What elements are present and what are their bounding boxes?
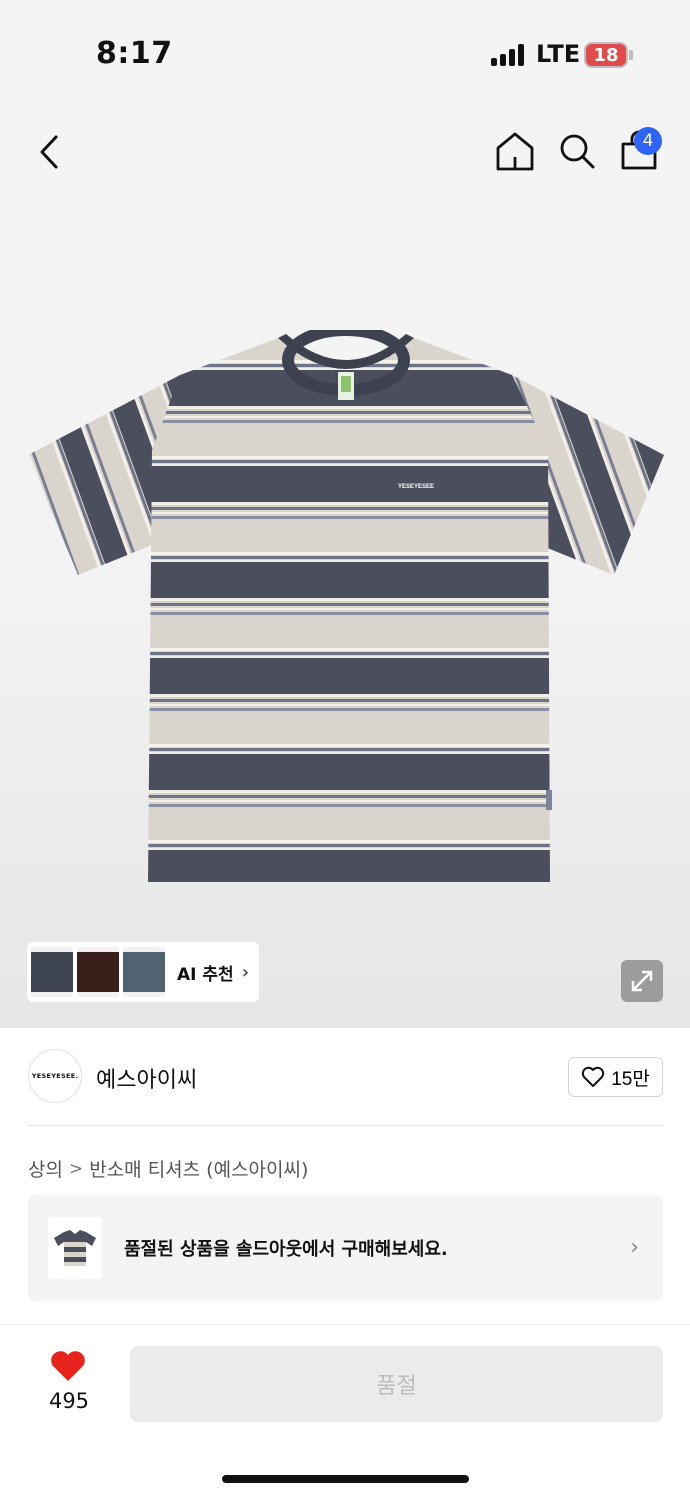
soldout-button[interactable]: 품절 xyxy=(130,1346,663,1422)
banner-product-thumbnail xyxy=(48,1217,102,1279)
recommend-thumb-3[interactable] xyxy=(123,947,165,997)
cart-count-badge: 4 xyxy=(634,127,662,155)
expand-icon xyxy=(631,970,653,992)
chevron-right-icon: › xyxy=(241,961,249,983)
banner-text: 품절된 상품을 솔드아웃에서 구매해보세요. xyxy=(124,1239,448,1260)
like-count: 495 xyxy=(48,1389,90,1413)
chevron-right-icon: › xyxy=(630,1235,639,1260)
breadcrumb-level1[interactable]: 상의 xyxy=(28,1155,63,1182)
chest-print-text: YESEYESEE xyxy=(398,484,434,490)
brand-name[interactable]: 예스아이씨 xyxy=(96,1062,197,1094)
ai-recommend-chip[interactable]: AI 추천 › xyxy=(27,942,259,1002)
battery-level: 18 xyxy=(593,45,619,66)
soldout-marketplace-banner[interactable]: 품절된 상품을 솔드아웃에서 구매해보세요. › xyxy=(28,1195,663,1301)
search-icon xyxy=(560,134,595,169)
recommend-thumb-1[interactable] xyxy=(31,947,73,997)
breadcrumb-separator: > xyxy=(68,1158,84,1179)
status-bar: 8:17 LTE 18 xyxy=(0,0,690,100)
signal-icon xyxy=(491,42,525,66)
home-icon xyxy=(496,132,534,171)
heart-outline-icon xyxy=(581,1066,605,1087)
network-label: LTE xyxy=(536,40,581,68)
breadcrumb: 상의 > 반소매 티셔츠 (예스아이씨) xyxy=(28,1155,308,1182)
brand-logo[interactable]: YESEYESEE. xyxy=(28,1049,82,1103)
bottom-bar-divider xyxy=(0,1324,690,1325)
brand-like-count: 15만 xyxy=(611,1068,650,1090)
recommend-thumb-2[interactable] xyxy=(77,947,119,997)
brand-logo-text: YESEYESEE. xyxy=(31,1072,79,1080)
like-button[interactable] xyxy=(48,1348,88,1384)
brand-like-button[interactable]: 15만 xyxy=(568,1057,663,1097)
battery-cap xyxy=(629,50,633,60)
back-button[interactable] xyxy=(30,130,70,174)
home-button[interactable] xyxy=(494,130,536,172)
breadcrumb-level2[interactable]: 반소매 티셔츠 (예스아이씨) xyxy=(89,1155,308,1182)
home-indicator[interactable] xyxy=(222,1475,469,1483)
status-time: 8:17 xyxy=(96,36,173,71)
battery-icon: 18 xyxy=(584,42,628,68)
heart-filled-icon xyxy=(51,1351,85,1381)
divider xyxy=(28,1125,663,1126)
expand-image-button[interactable] xyxy=(621,960,663,1002)
ai-recommend-label: AI 추천 xyxy=(177,964,234,985)
product-tshirt-image: YESEYESEE xyxy=(28,330,664,882)
search-button[interactable] xyxy=(557,130,597,172)
back-icon xyxy=(40,135,58,169)
